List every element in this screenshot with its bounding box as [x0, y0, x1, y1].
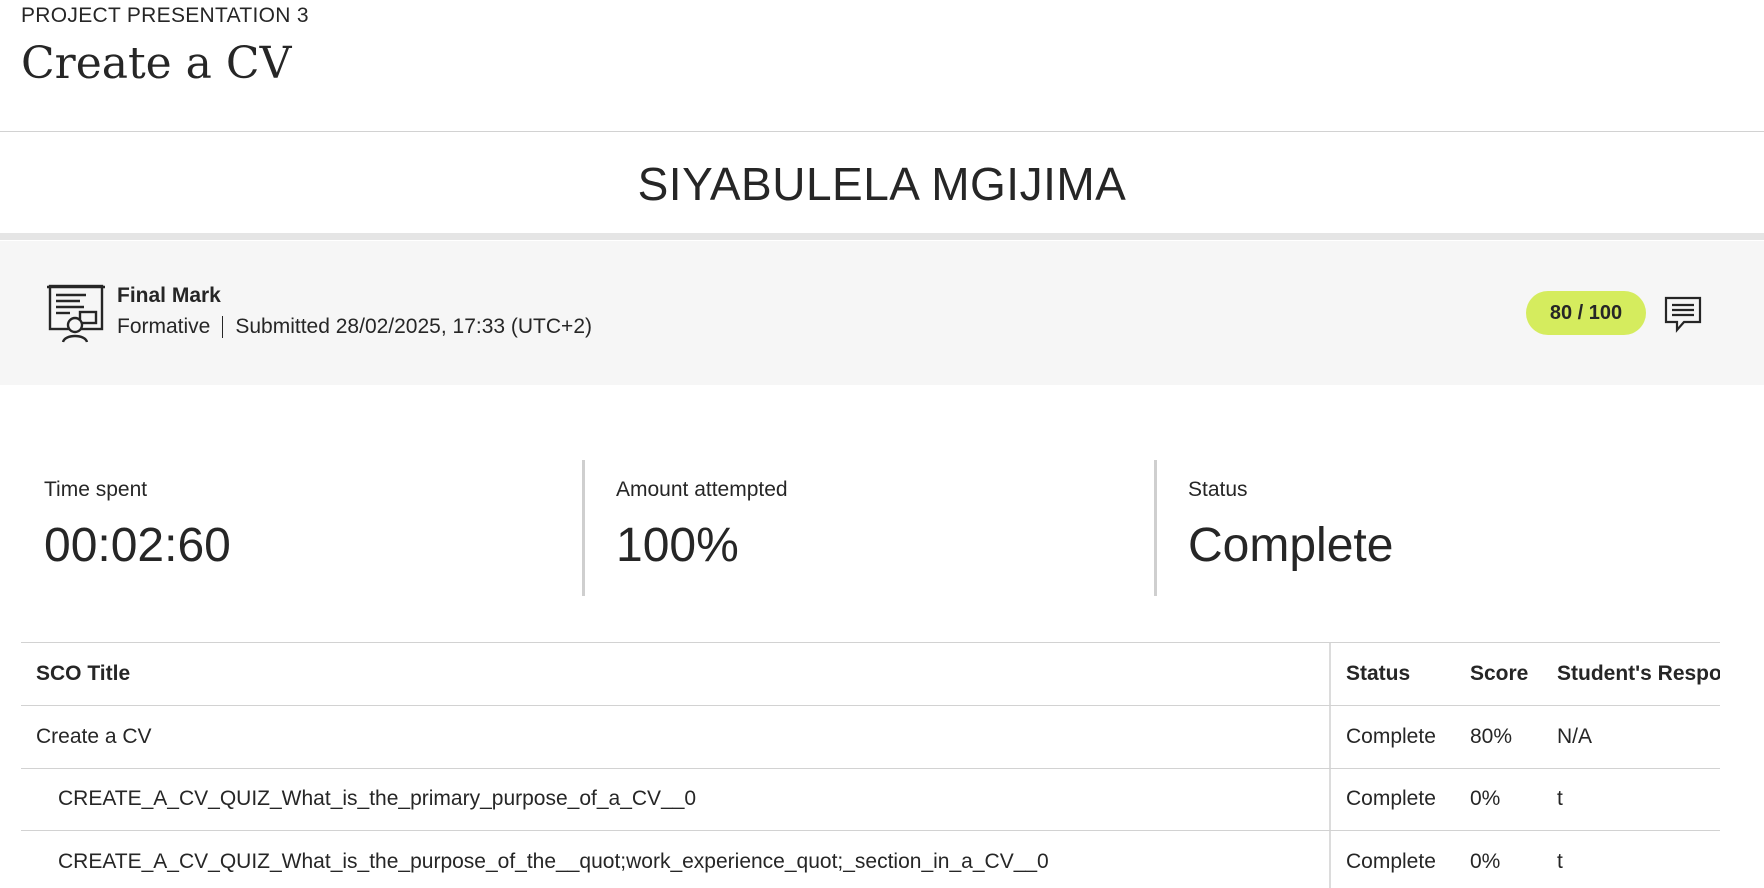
stat-amount-attempted: Amount attempted 100% [616, 460, 1136, 596]
page-header: PROJECT PRESENTATION 3 Create a CV [0, 0, 1764, 132]
column-header-status[interactable]: Status [1346, 643, 1466, 705]
assessment-type: Formative [117, 315, 211, 338]
table-header-row: SCO Title Status Score Student's Respo [21, 643, 1720, 706]
table-row[interactable]: CREATE_A_CV_QUIZ_What_is_the_primary_pur… [21, 768, 1720, 831]
score-cell: 0% [1470, 787, 1501, 810]
response-cell: N/A [1557, 725, 1593, 748]
response-cell: t [1557, 850, 1563, 873]
stat-divider [582, 460, 585, 596]
column-header-score[interactable]: Score [1470, 643, 1550, 705]
stat-value: Complete [1188, 519, 1394, 572]
table-row[interactable]: CREATE_A_CV_QUIZ_What_is_the_purpose_of_… [21, 831, 1720, 888]
sco-title-cell: CREATE_A_CV_QUIZ_What_is_the_primary_pur… [58, 787, 697, 810]
score-badge[interactable]: 80 / 100 [1526, 291, 1646, 335]
course-eyebrow: PROJECT PRESENTATION 3 [21, 4, 309, 27]
student-band: SIYABULELA MGIJIMA [0, 132, 1764, 240]
meta-separator [222, 316, 224, 338]
comment-icon[interactable] [1664, 295, 1702, 333]
stat-label: Amount attempted [616, 478, 788, 501]
status-cell: Complete [1346, 787, 1436, 810]
page-title: Create a CV [21, 38, 292, 89]
response-cell: t [1557, 787, 1563, 810]
certificate-icon [47, 284, 105, 343]
column-header-student-response[interactable]: Student's Respo [1557, 643, 1720, 705]
page: PROJECT PRESENTATION 3 Create a CV SIYAB… [0, 0, 1764, 888]
score-cell: 80% [1470, 725, 1513, 748]
stat-label: Status [1188, 478, 1248, 501]
sco-table: SCO Title Status Score Student's Respo C… [21, 642, 1720, 888]
submitted-date: Submitted 28/02/2025, 17:33 (UTC+2) [235, 315, 592, 338]
table-row[interactable]: Create a CV Complete 80% N/A [21, 706, 1720, 769]
stat-label: Time spent [44, 478, 148, 501]
stat-value: 100% [616, 519, 739, 572]
stat-value: 00:02:60 [44, 519, 231, 572]
sco-title-cell: CREATE_A_CV_QUIZ_What_is_the_purpose_of_… [58, 850, 1049, 873]
final-mark-bar [0, 241, 1764, 385]
stat-time-spent: Time spent 00:02:60 [44, 460, 564, 596]
column-header-sco-title[interactable]: SCO Title [36, 643, 1321, 705]
score-cell: 0% [1470, 850, 1501, 873]
student-name: SIYABULELA MGIJIMA [637, 157, 1127, 210]
final-mark-meta: Formative Submitted 28/02/2025, 17:33 (U… [117, 315, 592, 339]
status-cell: Complete [1346, 725, 1436, 748]
stat-status: Status Complete [1188, 460, 1708, 596]
stat-divider [1154, 460, 1157, 596]
sco-title-cell: Create a CV [36, 725, 152, 748]
status-cell: Complete [1346, 850, 1436, 873]
final-mark-label: Final Mark [117, 284, 221, 307]
